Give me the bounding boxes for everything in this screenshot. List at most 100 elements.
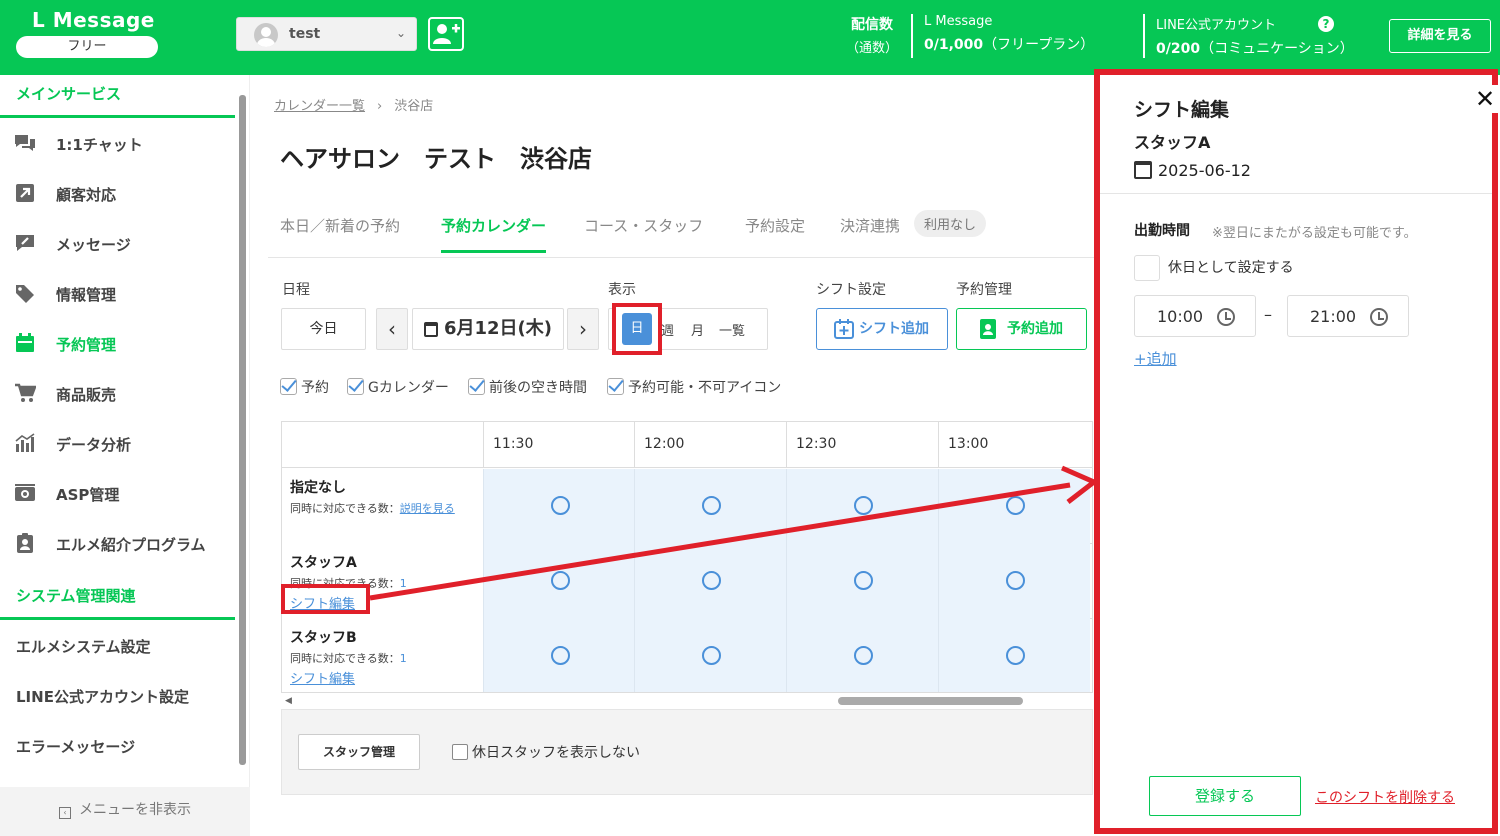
filter-availability-icon[interactable]: 予約可能・不可アイコン (607, 377, 781, 397)
sidebar-item-info[interactable]: 情報管理 (0, 269, 235, 319)
staff-name: スタッフB (290, 630, 357, 646)
account-select[interactable]: test ⌄ (236, 17, 417, 51)
checkbox-checked[interactable] (607, 378, 624, 395)
capacity-value: 1 (399, 652, 407, 665)
sidebar-item-asp[interactable]: ASP管理 (0, 469, 235, 519)
date-picker[interactable]: 6月12日(木) (412, 308, 564, 350)
delete-shift-link[interactable]: このシフトを削除する (1315, 787, 1455, 807)
grid-horizontal-scrollbar[interactable]: ◀ (281, 695, 1093, 707)
register-button[interactable]: 登録する (1149, 776, 1301, 816)
highlight-box (281, 584, 370, 614)
time-slot[interactable] (786, 619, 938, 692)
time-slot[interactable] (938, 619, 1090, 692)
sidebar-item-label: ASP管理 (56, 486, 120, 504)
payment-status-badge: 利用なし (914, 210, 987, 237)
line-plan: （コミュニケーション） (1200, 41, 1354, 57)
time-slot[interactable] (634, 544, 786, 619)
time-slot[interactable] (786, 544, 938, 619)
checkbox-checked[interactable] (280, 378, 297, 395)
booking-mgmt-label: 予約管理 (956, 282, 1012, 298)
holiday-toggle[interactable]: 休日として設定する (1134, 255, 1294, 281)
time-slot[interactable] (634, 619, 786, 692)
hide-holiday-staff-label: 休日スタッフを表示しない (472, 745, 640, 761)
end-time-input[interactable]: 21:00 (1287, 295, 1409, 337)
cart-icon (15, 383, 36, 402)
time-slot[interactable] (634, 469, 786, 544)
filter-label: 予約 (301, 380, 329, 396)
shift-edit-panel: ✕ シフト編集 スタッフA 2025-06-12 出勤時間 ※翌日にまたがる設定… (1094, 69, 1498, 834)
sidebar-item-label: 顧客対応 (56, 186, 117, 204)
sidebar-item-error-messages[interactable]: エラーメッセージ (0, 721, 235, 771)
clock-icon (1370, 308, 1388, 326)
sidebar-item-label: エラーメッセージ (16, 738, 136, 756)
add-booking-button[interactable]: 予約追加 (956, 308, 1087, 350)
time-slot[interactable] (786, 469, 938, 544)
add-time-link[interactable]: +追加 (1134, 348, 1177, 369)
header-divider (1143, 14, 1145, 58)
checkbox[interactable] (452, 744, 468, 760)
view-list-button[interactable]: 一覧 (719, 320, 745, 339)
sidebar-item-label: エルメ紹介プログラム (56, 536, 206, 554)
start-time-input[interactable]: 10:00 (1134, 295, 1256, 337)
scrollbar-thumb[interactable] (239, 95, 246, 765)
sidebar-scrollbar[interactable] (238, 85, 246, 765)
grid-footer: スタッフ管理 休日スタッフを表示しない (281, 709, 1093, 795)
time-slot[interactable] (938, 469, 1090, 544)
tab-booking-settings[interactable]: 予約設定 (745, 215, 805, 250)
sidebar-item-reservation[interactable]: 予約管理 (0, 319, 235, 369)
tab-calendar[interactable]: 予約カレンダー (441, 215, 547, 253)
sidebar-item-message[interactable]: メッセージ (0, 219, 235, 269)
help-icon[interactable]: ? (1318, 16, 1334, 32)
tab-course-staff[interactable]: コース・スタッフ (584, 215, 703, 250)
view-switcher: 日 週 月 一覧 (608, 303, 768, 355)
time-slot[interactable] (483, 469, 635, 544)
checkbox-checked[interactable] (468, 378, 485, 395)
hide-menu-label: メニューを非表示 (79, 802, 191, 818)
add-user-button[interactable] (428, 17, 464, 51)
today-button[interactable]: 今日 (281, 308, 366, 350)
prev-day-button[interactable]: ‹ (376, 308, 408, 350)
collapse-icon: ‹ (59, 807, 71, 819)
tab-today-bookings[interactable]: 本日／新着の予約 (280, 215, 400, 250)
hide-holiday-staff-toggle[interactable]: 休日スタッフを表示しない (452, 742, 640, 762)
close-icon[interactable]: ✕ (1472, 85, 1498, 113)
filter-buffer-time[interactable]: 前後の空き時間 (468, 377, 587, 397)
filter-bookings[interactable]: 予約 (280, 377, 329, 397)
sidebar-item-line-settings[interactable]: LINE公式アカウント設定 (0, 671, 235, 721)
shift-edit-link[interactable]: シフト編集 (290, 668, 355, 687)
sidebar-item-sales[interactable]: 商品販売 (0, 369, 235, 419)
time-slot[interactable] (483, 544, 635, 619)
next-day-button[interactable]: › (567, 308, 599, 350)
sidebar-item-analytics[interactable]: データ分析 (0, 419, 235, 469)
filter-gcalendar[interactable]: Gカレンダー (347, 377, 449, 397)
available-icon (854, 646, 873, 665)
date-display: 6月12日(木) (443, 318, 553, 339)
scroll-left-icon[interactable]: ◀ (285, 696, 292, 706)
see-explanation-link[interactable]: 説明を見る (400, 502, 455, 515)
view-week-button[interactable]: 週 (661, 320, 674, 339)
available-icon (551, 646, 570, 665)
lmessage-stat: L Message 0/1,000（フリープラン） (924, 14, 1094, 54)
available-icon (702, 646, 721, 665)
lmessage-plan: （フリープラン） (983, 37, 1095, 53)
view-day-button[interactable]: 日 (612, 303, 662, 355)
sidebar-item-chat[interactable]: 1:1チャット (0, 119, 235, 169)
add-shift-button[interactable]: シフト追加 (816, 308, 948, 350)
sidebar-item-label: メッセージ (56, 236, 131, 254)
hide-menu-button[interactable]: ‹ メニューを非表示 (0, 787, 250, 836)
logo[interactable]: L Message フリー (16, 8, 158, 58)
tab-payment[interactable]: 決済連携 (840, 215, 900, 250)
sidebar-item-customer[interactable]: 顧客対応 (0, 169, 235, 219)
breadcrumb-calendar-list[interactable]: カレンダー一覧 (274, 99, 365, 114)
sidebar-item-referral[interactable]: エルメ紹介プログラム (0, 519, 235, 569)
view-month-button[interactable]: 月 (691, 320, 704, 339)
staff-management-button[interactable]: スタッフ管理 (298, 734, 420, 770)
time-slot[interactable] (938, 544, 1090, 619)
checkbox-checked[interactable] (347, 378, 364, 395)
sidebar-item-system-settings[interactable]: エルメシステム設定 (0, 621, 235, 671)
detail-button[interactable]: 詳細を見る (1389, 19, 1491, 53)
tab-bar: 本日／新着の予約 予約カレンダー コース・スタッフ 予約設定 決済連携 利用なし (280, 210, 1100, 257)
scrollbar-thumb[interactable] (838, 697, 1023, 705)
time-slot[interactable] (483, 619, 635, 692)
holiday-checkbox[interactable] (1134, 255, 1160, 281)
